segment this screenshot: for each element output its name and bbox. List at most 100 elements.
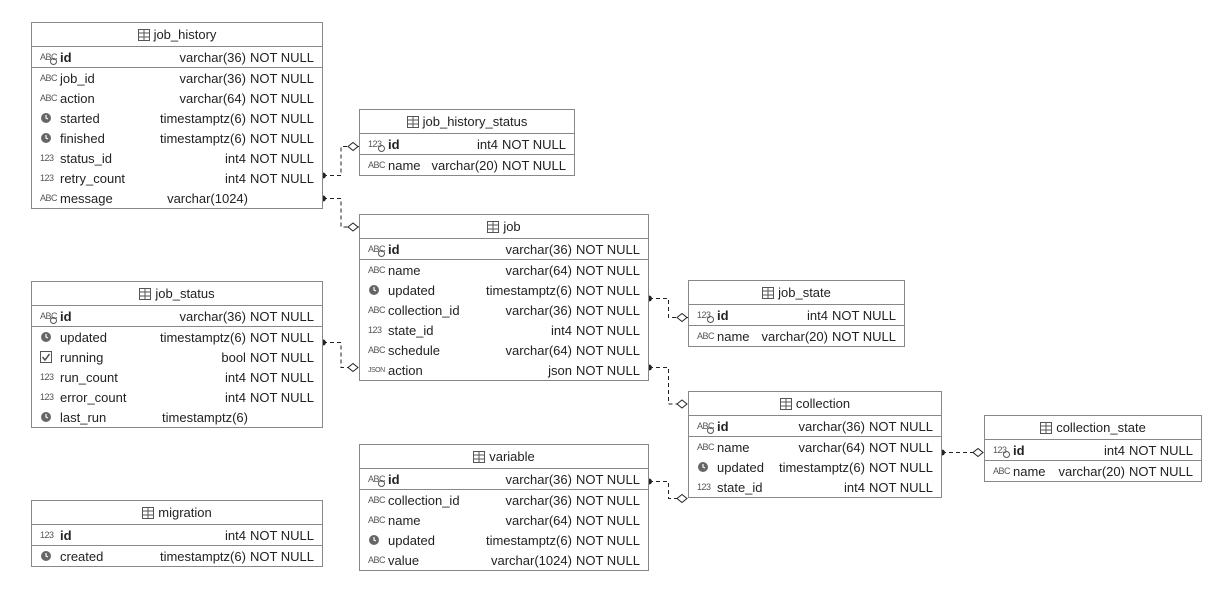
- text-type-icon: [368, 512, 388, 528]
- column-type: int4: [737, 308, 832, 323]
- column-nullability: NOT NULL: [576, 472, 640, 487]
- number-key-type-icon: [697, 307, 717, 323]
- timestamp-type-icon: [40, 110, 60, 126]
- column-type: int4: [1033, 443, 1129, 458]
- column-nullability: NOT NULL: [576, 263, 640, 278]
- column-name: last_run: [60, 410, 114, 425]
- column-nullability: NOT NULL: [250, 171, 314, 186]
- column-nullability: NOT NULL: [869, 419, 933, 434]
- table-job_state[interactable]: job_stateidint4NOT NULLnamevarchar(20)NO…: [688, 280, 905, 347]
- column-nullability: NOT NULL: [1129, 443, 1193, 458]
- table-collection_state[interactable]: collection_stateidint4NOT NULLnamevarcha…: [984, 415, 1202, 482]
- column-name: state_id: [388, 323, 442, 338]
- column-row: last_runtimestamptz(6): [32, 407, 322, 427]
- column-nullability: NOT NULL: [832, 329, 896, 344]
- table-job_status[interactable]: job_statusidvarchar(36)NOT NULLupdatedti…: [31, 281, 323, 428]
- text-type-icon: [697, 328, 717, 344]
- column-name: name: [717, 329, 758, 344]
- number-key-type-icon: [368, 136, 388, 152]
- table-job_history[interactable]: job_historyidvarchar(36)NOT NULLjob_idva…: [31, 22, 323, 209]
- column-nullability: NOT NULL: [576, 553, 640, 568]
- column-type: varchar(64): [448, 343, 576, 358]
- column-nullability: NOT NULL: [250, 370, 314, 385]
- table-title-text: job_state: [778, 285, 831, 300]
- column-name: job_id: [60, 71, 103, 86]
- text-key-type-icon: [40, 308, 60, 324]
- table-title-text: job_status: [155, 286, 214, 301]
- column-name: id: [717, 419, 737, 434]
- column-name: updated: [388, 533, 443, 548]
- column-name: id: [388, 242, 408, 257]
- column-name: id: [388, 472, 408, 487]
- table-variable[interactable]: variableidvarchar(36)NOT NULLcollection_…: [359, 444, 649, 571]
- column-row: namevarchar(64)NOT NULL: [360, 260, 648, 280]
- column-row: status_idint4NOT NULL: [32, 148, 322, 168]
- column-type: varchar(64): [429, 263, 576, 278]
- table-icon: [780, 398, 792, 410]
- column-row: updatedtimestamptz(6)NOT NULL: [32, 327, 322, 347]
- column-nullability: NOT NULL: [576, 242, 640, 257]
- column-type: timestamptz(6): [115, 330, 250, 345]
- column-row: idint4NOT NULL: [32, 525, 322, 545]
- table-icon: [762, 287, 774, 299]
- table-title: job_status: [32, 282, 322, 306]
- column-name: message: [60, 191, 121, 206]
- column-row: idvarchar(36)NOT NULL: [360, 239, 648, 259]
- number-type-icon: [40, 527, 60, 543]
- table-icon: [138, 29, 150, 41]
- column-type: varchar(36): [103, 71, 250, 86]
- column-name: action: [388, 363, 431, 378]
- text-type-icon: [368, 342, 388, 358]
- column-type: varchar(36): [80, 309, 250, 324]
- table-job[interactable]: jobidvarchar(36)NOT NULLnamevarchar(64)N…: [359, 214, 649, 381]
- column-nullability: NOT NULL: [250, 309, 314, 324]
- column-nullability: NOT NULL: [250, 549, 314, 564]
- table-job_history_status[interactable]: job_history_statusidint4NOT NULLnamevarc…: [359, 109, 575, 176]
- table-icon: [473, 451, 485, 463]
- column-row: collection_idvarchar(36)NOT NULL: [360, 490, 648, 510]
- timestamp-type-icon: [368, 282, 388, 298]
- table-title: job: [360, 215, 648, 239]
- column-nullability: NOT NULL: [832, 308, 896, 323]
- column-nullability: NOT NULL: [576, 533, 640, 548]
- column-nullability: NOT NULL: [250, 111, 314, 126]
- column-type: varchar(36): [468, 493, 576, 508]
- timestamp-type-icon: [40, 409, 60, 425]
- column-name: schedule: [388, 343, 448, 358]
- column-row: namevarchar(64)NOT NULL: [360, 510, 648, 530]
- column-nullability: NOT NULL: [250, 528, 314, 543]
- column-type: varchar(64): [758, 440, 869, 455]
- text-type-icon: [40, 70, 60, 86]
- column-nullability: NOT NULL: [250, 131, 314, 146]
- table-title-text: variable: [489, 449, 535, 464]
- column-row: namevarchar(20)NOT NULL: [985, 461, 1201, 481]
- column-nullability: NOT NULL: [869, 460, 933, 475]
- column-type: varchar(36): [737, 419, 869, 434]
- timestamp-type-icon: [368, 532, 388, 548]
- column-name: name: [388, 263, 429, 278]
- text-key-type-icon: [368, 471, 388, 487]
- column-row: namevarchar(64)NOT NULL: [689, 437, 941, 457]
- text-type-icon: [368, 552, 388, 568]
- table-title: collection_state: [985, 416, 1201, 440]
- column-nullability: NOT NULL: [250, 330, 314, 345]
- column-nullability: NOT NULL: [250, 71, 314, 86]
- column-name: running: [60, 350, 111, 365]
- table-collection[interactable]: collectionidvarchar(36)NOT NULLnamevarch…: [688, 391, 942, 498]
- table-title: job_history_status: [360, 110, 574, 134]
- table-migration[interactable]: migrationidint4NOT NULLcreatedtimestampt…: [31, 500, 323, 567]
- column-type: json: [431, 363, 576, 378]
- column-row: state_idint4NOT NULL: [360, 320, 648, 340]
- column-type: timestamptz(6): [113, 131, 250, 146]
- column-row: updatedtimestamptz(6)NOT NULL: [360, 530, 648, 550]
- column-nullability: NOT NULL: [250, 50, 314, 65]
- column-name: id: [60, 309, 80, 324]
- number-type-icon: [40, 369, 60, 385]
- column-name: name: [388, 158, 429, 173]
- table-title: migration: [32, 501, 322, 525]
- column-type: bool: [111, 350, 250, 365]
- column-name: value: [388, 553, 427, 568]
- column-row: idvarchar(36)NOT NULL: [32, 306, 322, 326]
- column-nullability: NOT NULL: [502, 137, 566, 152]
- column-type: varchar(64): [429, 513, 576, 528]
